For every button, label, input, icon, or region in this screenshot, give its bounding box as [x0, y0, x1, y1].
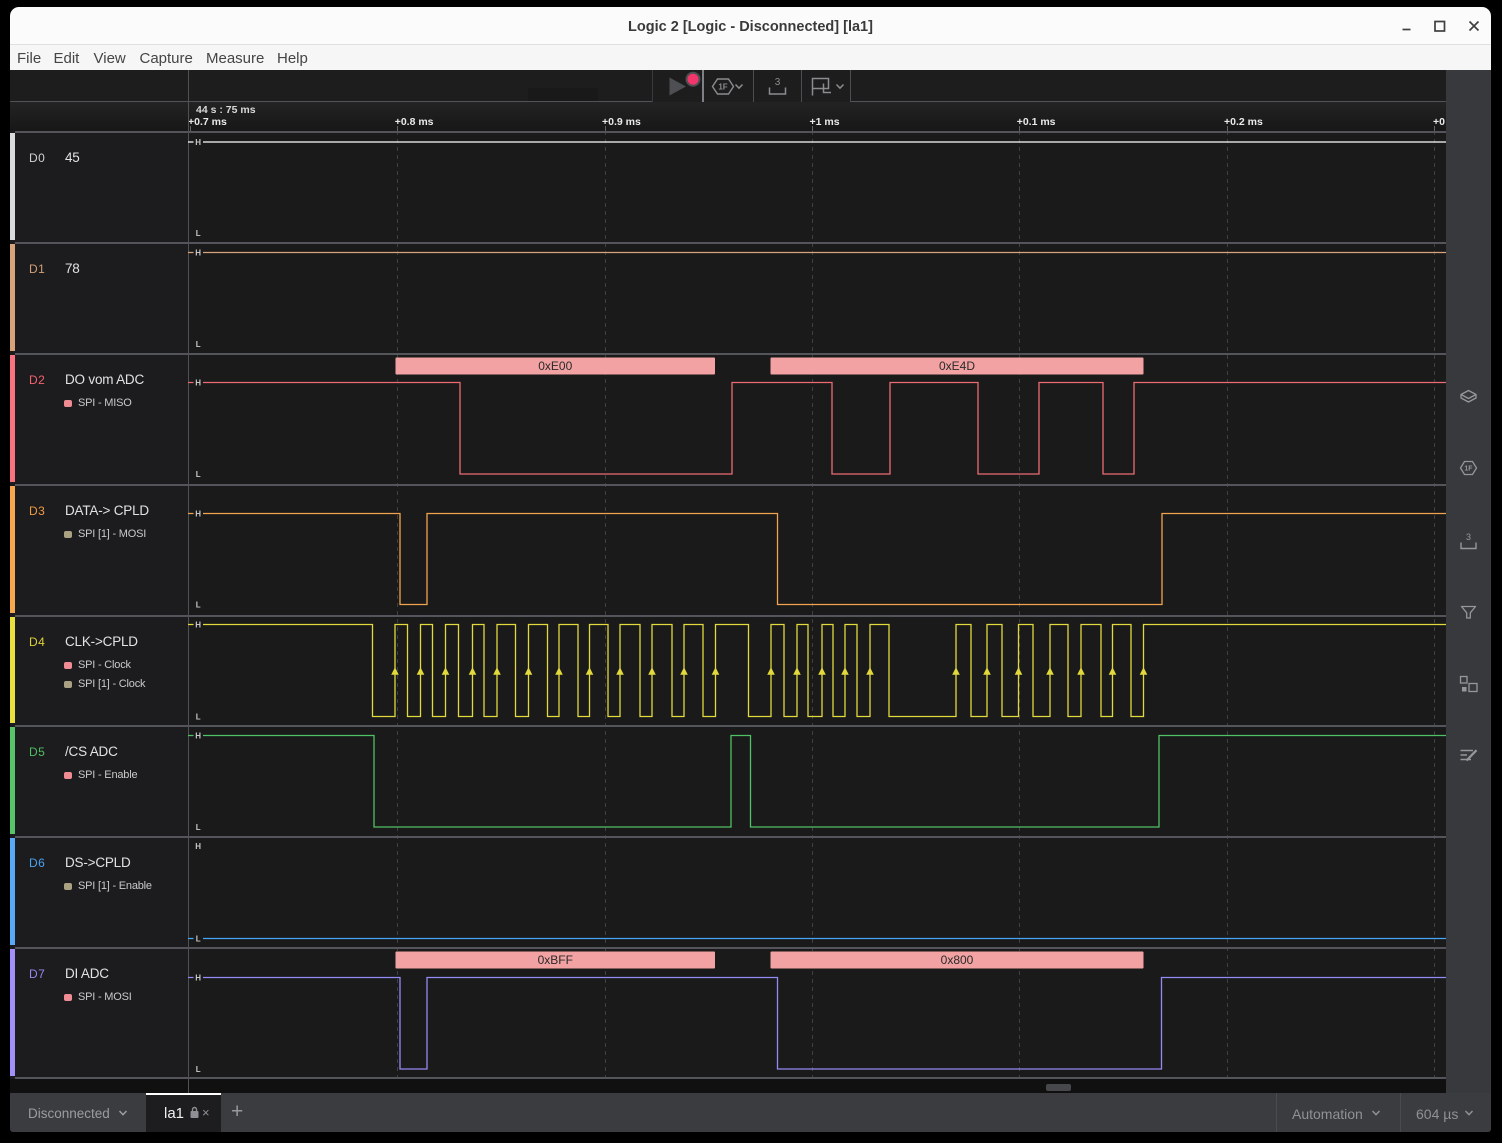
- svg-text:H: H: [195, 510, 201, 519]
- svg-text:H: H: [195, 249, 201, 258]
- svg-text:L: L: [196, 229, 201, 238]
- svg-text:L: L: [196, 713, 201, 722]
- svg-text:3: 3: [1466, 532, 1471, 542]
- svg-text:0xBFF: 0xBFF: [538, 953, 573, 967]
- svg-text:H: H: [195, 138, 201, 147]
- svg-text:1F: 1F: [718, 83, 727, 92]
- svg-text:H: H: [195, 842, 201, 851]
- svg-text:H: H: [195, 379, 201, 388]
- svg-text:L: L: [196, 1065, 201, 1074]
- svg-text:0x800: 0x800: [941, 953, 974, 967]
- svg-text:H: H: [195, 732, 201, 741]
- svg-text:L: L: [196, 340, 201, 349]
- svg-text:L: L: [196, 470, 201, 479]
- svg-text:0xE4D: 0xE4D: [939, 359, 975, 373]
- svg-text:0xE00: 0xE00: [538, 359, 572, 373]
- svg-text:L: L: [196, 823, 201, 832]
- svg-text:1F: 1F: [1464, 466, 1473, 473]
- svg-text:L: L: [196, 935, 201, 944]
- svg-text:3: 3: [775, 77, 781, 88]
- svg-text:H: H: [195, 974, 201, 983]
- svg-text:L: L: [196, 601, 201, 610]
- svg-text:H: H: [195, 621, 201, 630]
